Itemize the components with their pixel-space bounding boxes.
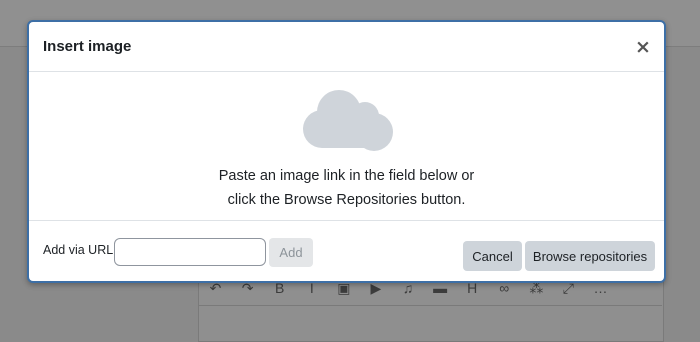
instruction-line-2: click the Browse Repositories button.: [227, 192, 466, 208]
insert-image-dialog: Insert image × Paste an image link in th…: [27, 20, 666, 283]
url-label: Add via URL: [43, 243, 114, 257]
instructions-text: Paste an image link in the field below o…: [29, 164, 664, 212]
add-button[interactable]: Add: [269, 238, 313, 267]
close-icon: ×: [635, 36, 651, 58]
dialog-body: Paste an image link in the field below o…: [29, 72, 664, 221]
cloud-icon: [303, 90, 393, 151]
url-input[interactable]: [114, 238, 266, 266]
dialog-header: Insert image ×: [29, 22, 664, 72]
dialog-footer: Add via URL Add Cancel Browse repositori…: [29, 221, 664, 281]
dialog-title: Insert image: [43, 38, 132, 55]
browse-repositories-button[interactable]: Browse repositories: [525, 241, 655, 271]
editor-toolbar-divider: [198, 305, 662, 306]
cancel-button[interactable]: Cancel: [463, 241, 522, 271]
close-button[interactable]: ×: [634, 36, 652, 58]
instruction-line-1: Paste an image link in the field below o…: [218, 168, 475, 184]
